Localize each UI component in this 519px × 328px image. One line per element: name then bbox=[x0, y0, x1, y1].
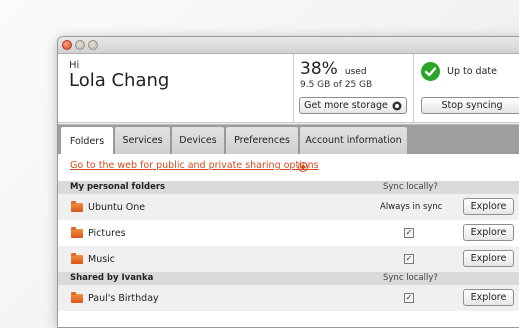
checkmark-icon bbox=[421, 62, 440, 81]
sync-locally-checkbox[interactable]: ✓ bbox=[404, 254, 414, 264]
storage-usage: 38% used bbox=[300, 59, 367, 79]
minimize-window-button[interactable] bbox=[75, 40, 85, 50]
folder-icon bbox=[71, 227, 83, 238]
storage-detail: 9.5 GB of 25 GB bbox=[300, 80, 373, 90]
tab-bar: Folders Services Devices Preferences Acc… bbox=[58, 124, 519, 156]
divider bbox=[413, 54, 414, 122]
tab-folders[interactable]: Folders bbox=[60, 126, 114, 156]
sync-status: Up to date bbox=[447, 66, 497, 77]
folder-name: Music bbox=[88, 254, 116, 265]
ubuntu-one-icon bbox=[298, 162, 308, 172]
folder-icon bbox=[71, 292, 83, 303]
ubuntu-one-icon bbox=[392, 101, 402, 110]
tab-preferences[interactable]: Preferences bbox=[225, 126, 299, 155]
storage-used-label: used bbox=[344, 67, 367, 77]
explore-button[interactable]: Explore bbox=[463, 224, 514, 241]
folder-row: Paul's Birthday ✓ Explore bbox=[58, 285, 519, 311]
get-more-storage-label: Get more storage bbox=[304, 100, 388, 111]
sync-locally-header: Sync locally? bbox=[383, 273, 438, 283]
sync-status-text: Always in sync bbox=[380, 202, 443, 212]
account-header: Hi Lola Chang 38% used 9.5 GB of 25 GB G… bbox=[58, 54, 519, 123]
folder-name: Paul's Birthday bbox=[88, 293, 159, 304]
tab-account-information[interactable]: Account information bbox=[299, 126, 408, 155]
section-title: Shared by Ivanka bbox=[70, 273, 154, 283]
web-sharing-link[interactable]: Go to the web for public and private sha… bbox=[70, 160, 319, 171]
tab-devices[interactable]: Devices bbox=[171, 126, 225, 155]
app-window: Hi Lola Chang 38% used 9.5 GB of 25 GB G… bbox=[57, 36, 519, 328]
explore-button[interactable]: Explore bbox=[463, 250, 514, 267]
maximize-window-button[interactable] bbox=[88, 40, 98, 50]
folder-row: Pictures ✓ Explore bbox=[58, 220, 519, 246]
storage-percent: 38% bbox=[300, 59, 338, 79]
sync-locally-checkbox[interactable]: ✓ bbox=[404, 228, 414, 238]
section-header: Shared by Ivanka Sync locally? bbox=[58, 272, 519, 285]
divider bbox=[293, 54, 294, 122]
get-more-storage-button[interactable]: Get more storage bbox=[299, 97, 407, 114]
title-bar bbox=[58, 37, 519, 54]
section-header: My personal folders Sync locally? bbox=[58, 181, 519, 194]
tab-services[interactable]: Services bbox=[114, 126, 171, 155]
sync-locally-checkbox[interactable]: ✓ bbox=[404, 293, 414, 303]
folder-icon bbox=[71, 253, 83, 264]
section-title: My personal folders bbox=[70, 182, 166, 192]
folder-row: Music ✓ Explore bbox=[58, 246, 519, 272]
folders-panel: Go to the web for public and private sha… bbox=[58, 154, 519, 327]
folder-name: Pictures bbox=[88, 228, 126, 239]
folder-icon bbox=[71, 201, 83, 212]
close-window-button[interactable] bbox=[62, 40, 72, 50]
user-name: Lola Chang bbox=[69, 70, 170, 91]
explore-button[interactable]: Explore bbox=[463, 289, 514, 306]
folder-name: Ubuntu One bbox=[88, 202, 146, 213]
sync-locally-header: Sync locally? bbox=[383, 182, 438, 192]
stop-syncing-button[interactable]: Stop syncing bbox=[421, 97, 519, 114]
explore-button[interactable]: Explore bbox=[463, 198, 514, 215]
folder-row: Ubuntu One Always in sync Explore bbox=[58, 194, 519, 220]
stop-syncing-label: Stop syncing bbox=[441, 100, 503, 111]
